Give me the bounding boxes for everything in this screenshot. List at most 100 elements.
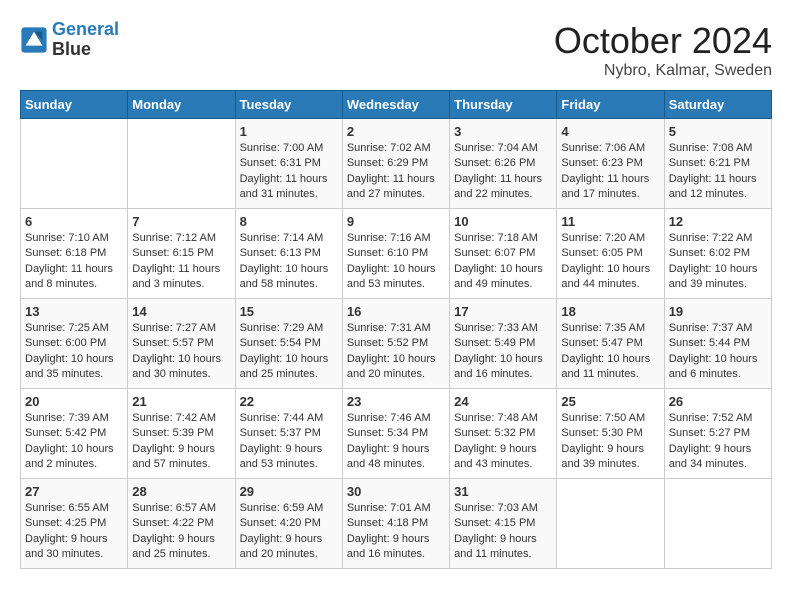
calendar-week-row: 1Sunrise: 7:00 AMSunset: 6:31 PMDaylight… [21,119,772,209]
sunrise-text: Sunrise: 7:00 AM [240,142,324,154]
day-number: 4 [561,124,659,139]
day-info: Sunrise: 7:12 AMSunset: 6:15 PMDaylight:… [132,231,230,293]
day-number: 2 [347,124,445,139]
calendar-cell: 30Sunrise: 7:01 AMSunset: 4:18 PMDayligh… [342,479,449,569]
sunset-text: Sunset: 5:54 PM [240,337,321,349]
day-number: 13 [25,304,123,319]
day-number: 16 [347,304,445,319]
daylight-text: Daylight: 9 hours and 16 minutes. [347,533,430,560]
calendar-cell [21,119,128,209]
logo: General Blue [20,20,119,60]
day-info: Sunrise: 7:22 AMSunset: 6:02 PMDaylight:… [669,231,767,293]
sunrise-text: Sunrise: 7:02 AM [347,142,431,154]
col-header-thursday: Thursday [450,91,557,119]
day-number: 8 [240,214,338,229]
day-number: 30 [347,484,445,499]
day-info: Sunrise: 7:39 AMSunset: 5:42 PMDaylight:… [25,411,123,473]
sunrise-text: Sunrise: 7:04 AM [454,142,538,154]
day-info: Sunrise: 7:42 AMSunset: 5:39 PMDaylight:… [132,411,230,473]
day-info: Sunrise: 7:27 AMSunset: 5:57 PMDaylight:… [132,321,230,383]
day-info: Sunrise: 7:02 AMSunset: 6:29 PMDaylight:… [347,141,445,203]
sunrise-text: Sunrise: 7:12 AM [132,232,216,244]
sunrise-text: Sunrise: 7:14 AM [240,232,324,244]
sunrise-text: Sunrise: 7:06 AM [561,142,645,154]
sunset-text: Sunset: 6:31 PM [240,157,321,169]
day-number: 11 [561,214,659,229]
sunset-text: Sunset: 6:15 PM [132,247,213,259]
day-number: 20 [25,394,123,409]
day-info: Sunrise: 7:48 AMSunset: 5:32 PMDaylight:… [454,411,552,473]
day-info: Sunrise: 7:44 AMSunset: 5:37 PMDaylight:… [240,411,338,473]
sunset-text: Sunset: 5:34 PM [347,427,428,439]
sunset-text: Sunset: 5:32 PM [454,427,535,439]
day-number: 21 [132,394,230,409]
calendar-cell: 23Sunrise: 7:46 AMSunset: 5:34 PMDayligh… [342,389,449,479]
sunrise-text: Sunrise: 7:52 AM [669,412,753,424]
day-info: Sunrise: 7:46 AMSunset: 5:34 PMDaylight:… [347,411,445,473]
sunrise-text: Sunrise: 7:29 AM [240,322,324,334]
day-info: Sunrise: 7:08 AMSunset: 6:21 PMDaylight:… [669,141,767,203]
sunset-text: Sunset: 6:02 PM [669,247,750,259]
sunrise-text: Sunrise: 6:57 AM [132,502,216,514]
day-info: Sunrise: 6:57 AMSunset: 4:22 PMDaylight:… [132,501,230,563]
day-info: Sunrise: 7:33 AMSunset: 5:49 PMDaylight:… [454,321,552,383]
day-number: 19 [669,304,767,319]
sunrise-text: Sunrise: 7:22 AM [669,232,753,244]
day-info: Sunrise: 7:06 AMSunset: 6:23 PMDaylight:… [561,141,659,203]
day-number: 26 [669,394,767,409]
sunset-text: Sunset: 4:18 PM [347,517,428,529]
sunrise-text: Sunrise: 7:50 AM [561,412,645,424]
day-info: Sunrise: 7:00 AMSunset: 6:31 PMDaylight:… [240,141,338,203]
sunset-text: Sunset: 4:20 PM [240,517,321,529]
daylight-text: Daylight: 9 hours and 48 minutes. [347,443,430,470]
calendar-week-row: 13Sunrise: 7:25 AMSunset: 6:00 PMDayligh… [21,299,772,389]
daylight-text: Daylight: 10 hours and 2 minutes. [25,443,114,470]
sunrise-text: Sunrise: 7:27 AM [132,322,216,334]
calendar-cell: 7Sunrise: 7:12 AMSunset: 6:15 PMDaylight… [128,209,235,299]
day-number: 9 [347,214,445,229]
calendar-cell: 2 Sunrise: 7:02 AMSunset: 6:29 PMDaylight… [342,119,449,209]
sunset-text: Sunset: 6:13 PM [240,247,321,259]
col-header-tuesday: Tuesday [235,91,342,119]
sunrise-text: Sunrise: 7:33 AM [454,322,538,334]
day-number: 12 [669,214,767,229]
location-subtitle: Nybro, Kalmar, Sweden [554,62,772,80]
calendar-cell: 14Sunrise: 7:27 AMSunset: 5:57 PMDayligh… [128,299,235,389]
logo-icon [20,26,48,54]
calendar-cell [557,479,664,569]
day-info: Sunrise: 7:16 AMSunset: 6:10 PMDaylight:… [347,231,445,293]
month-title: October 2024 [554,20,772,62]
day-number: 27 [25,484,123,499]
sunrise-text: Sunrise: 7:44 AM [240,412,324,424]
daylight-text: Daylight: 9 hours and 25 minutes. [132,533,215,560]
sunrise-text: Sunrise: 7:35 AM [561,322,645,334]
sunset-text: Sunset: 4:25 PM [25,517,106,529]
calendar-table: SundayMondayTuesdayWednesdayThursdayFrid… [20,90,772,569]
calendar-cell: 28Sunrise: 6:57 AMSunset: 4:22 PMDayligh… [128,479,235,569]
sunrise-text: Sunrise: 7:10 AM [25,232,109,244]
calendar-week-row: 27Sunrise: 6:55 AMSunset: 4:25 PMDayligh… [21,479,772,569]
col-header-friday: Friday [557,91,664,119]
sunset-text: Sunset: 6:23 PM [561,157,642,169]
daylight-text: Daylight: 9 hours and 57 minutes. [132,443,215,470]
calendar-cell: 11Sunrise: 7:20 AMSunset: 6:05 PMDayligh… [557,209,664,299]
day-number: 24 [454,394,552,409]
daylight-text: Daylight: 10 hours and 11 minutes. [561,353,650,380]
day-number: 10 [454,214,552,229]
daylight-text: Daylight: 10 hours and 44 minutes. [561,263,650,290]
col-header-saturday: Saturday [664,91,771,119]
col-header-sunday: Sunday [21,91,128,119]
sunset-text: Sunset: 6:07 PM [454,247,535,259]
daylight-text: Daylight: 11 hours and 22 minutes. [454,173,542,200]
daylight-text: Daylight: 9 hours and 20 minutes. [240,533,323,560]
sunrise-text: Sunrise: 7:37 AM [669,322,753,334]
page-header: General Blue October 2024 Nybro, Kalmar,… [20,20,772,80]
sunrise-text: Sunrise: 7:18 AM [454,232,538,244]
daylight-text: Daylight: 10 hours and 35 minutes. [25,353,114,380]
daylight-text: Daylight: 10 hours and 30 minutes. [132,353,221,380]
calendar-cell: 9 Sunrise: 7:16 AMSunset: 6:10 PMDaylight… [342,209,449,299]
title-block: October 2024 Nybro, Kalmar, Sweden [554,20,772,80]
day-number: 6 [25,214,123,229]
sunrise-text: Sunrise: 7:39 AM [25,412,109,424]
calendar-cell: 26Sunrise: 7:52 AMSunset: 5:27 PMDayligh… [664,389,771,479]
